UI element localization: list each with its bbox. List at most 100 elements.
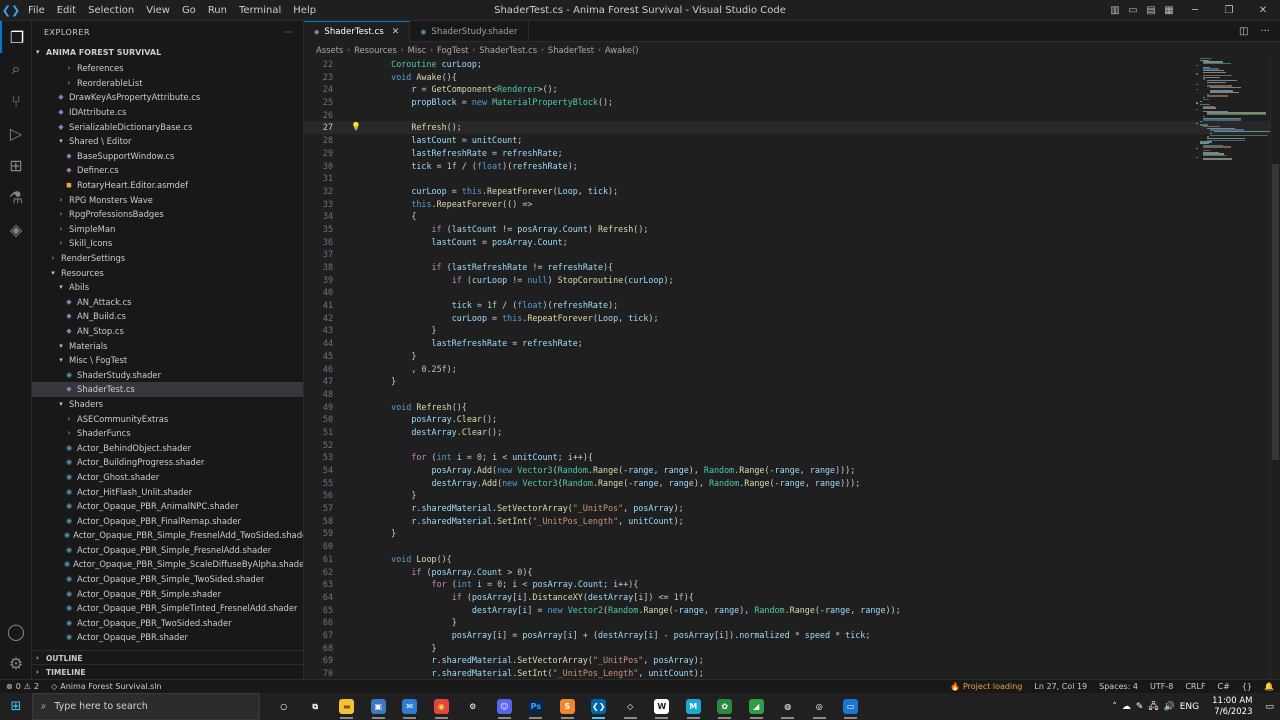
- tree-folder[interactable]: ▾ Resources: [32, 265, 303, 280]
- notifications-icon[interactable]: ▭: [1265, 702, 1274, 712]
- customize-layout-icon[interactable]: ▦: [1160, 0, 1178, 21]
- outline-section[interactable]: › OUTLINE: [32, 650, 303, 665]
- code-line[interactable]: 31: [304, 172, 1280, 185]
- close-tab-icon[interactable]: ✕: [392, 27, 400, 37]
- breadcrumb-item[interactable]: ShaderTest: [548, 45, 594, 55]
- chrome-icon[interactable]: ◉: [426, 693, 458, 720]
- code-line[interactable]: 43 }: [304, 324, 1280, 337]
- tree-file[interactable]: ◉ Actor_Opaque_PBR_Simple.shader: [32, 586, 303, 601]
- code-line[interactable]: 24 r = GetComponent<Renderer>();: [304, 83, 1280, 96]
- code-line[interactable]: 57 r.sharedMaterial.SetVectorArray("_Uni…: [304, 502, 1280, 515]
- tree-file[interactable]: ◉ Actor_Opaque_PBR_Simple_FresnelAdd_TwoS…: [32, 528, 303, 543]
- project-loading-status[interactable]: 🔥 Project loading: [944, 682, 1028, 691]
- source-control-icon[interactable]: ⑂: [0, 85, 32, 117]
- close-window-button[interactable]: ✕: [1246, 0, 1280, 21]
- language-mode[interactable]: C#: [1212, 682, 1236, 691]
- tree-file[interactable]: ◉ Actor_BehindObject.shader: [32, 440, 303, 455]
- photoshop-icon[interactable]: Ps: [520, 693, 552, 720]
- tree-folder[interactable]: ▾ Materials: [32, 338, 303, 353]
- code-line[interactable]: 26: [304, 109, 1280, 122]
- vscode-icon[interactable]: ❮❯: [583, 693, 615, 720]
- mail-icon[interactable]: ✉: [394, 693, 426, 720]
- remote-explorer-icon[interactable]: ◈: [0, 213, 32, 245]
- toggle-secondary-sidebar-icon[interactable]: ▤: [1142, 0, 1160, 21]
- tree-file[interactable]: ◉ Actor_BuildingProgress.shader: [32, 455, 303, 470]
- tree-file[interactable]: ◆ DrawKeyAsPropertyAttribute.cs: [32, 90, 303, 105]
- code-line[interactable]: 68 }: [304, 642, 1280, 655]
- code-line[interactable]: 65 destArray[i] = new Vector2(Random.Ran…: [304, 604, 1280, 617]
- tree-file[interactable]: ◉ Actor_Ghost.shader: [32, 470, 303, 485]
- tree-file[interactable]: ◉ Actor_Opaque_PBR_TwoSided.shader: [32, 616, 303, 631]
- code-line[interactable]: 37: [304, 248, 1280, 261]
- minimap[interactable]: [1196, 58, 1274, 160]
- code-line[interactable]: 23 void Awake(){: [304, 71, 1280, 84]
- code-line[interactable]: 46 , 0.25f);: [304, 363, 1280, 376]
- tree-file[interactable]: ◆ AN_Stop.cs: [32, 324, 303, 339]
- tree-file[interactable]: ◆ AN_Build.cs: [32, 309, 303, 324]
- code-line[interactable]: 25 propBlock = new MaterialPropertyBlock…: [304, 96, 1280, 109]
- tree-folder[interactable]: ▾ Shared \ Editor: [32, 134, 303, 149]
- explorer-window-icon[interactable]: ▣: [363, 693, 395, 720]
- cursor-position[interactable]: Ln 27, Col 19: [1028, 682, 1093, 691]
- webex-icon[interactable]: W: [646, 693, 678, 720]
- code-line[interactable]: 48: [304, 388, 1280, 401]
- sublime-icon[interactable]: S: [552, 693, 584, 720]
- tree-file[interactable]: ◆ BaseSupportWindow.cs: [32, 149, 303, 164]
- manage-gear-icon[interactable]: ⚙: [0, 647, 32, 679]
- tree-folder[interactable]: › ReorderableList: [32, 76, 303, 91]
- tree-file[interactable]: ◆ IDAttribute.cs: [32, 105, 303, 120]
- lightbulb-icon[interactable]: 💡: [351, 121, 361, 134]
- tree-folder[interactable]: › SimpleMan: [32, 222, 303, 237]
- code-line[interactable]: 32 curLoop = this.RepeatForever(Loop, ti…: [304, 185, 1280, 198]
- settings-icon[interactable]: ⚙: [457, 693, 489, 720]
- tab-shaderstudy-shader[interactable]: ◉ ShaderStudy.shader: [410, 21, 529, 42]
- code-line[interactable]: 60: [304, 540, 1280, 553]
- breadcrumb-item[interactable]: Resources: [354, 45, 397, 55]
- tree-file[interactable]: ◉ Actor_Opaque_PBR.shader: [32, 630, 303, 645]
- tree-folder[interactable]: › References: [32, 61, 303, 76]
- code-line[interactable]: 30 tick = 1f / (float)(refreshRate);: [304, 160, 1280, 173]
- accounts-icon[interactable]: ◯: [0, 615, 32, 647]
- project-root[interactable]: ▾ ANIMA FOREST SURVIVAL: [32, 43, 303, 61]
- code-line[interactable]: 53 for (int i = 0; i < unitCount; i++){: [304, 451, 1280, 464]
- breadcrumb-item[interactable]: Assets: [316, 45, 343, 55]
- code-line[interactable]: 56 }: [304, 489, 1280, 502]
- code-line[interactable]: 36 lastCount = posArray.Count;: [304, 236, 1280, 249]
- windows-start-icon[interactable]: ⊞: [0, 693, 32, 720]
- task-view-icon[interactable]: ⧉: [300, 693, 332, 720]
- code-line[interactable]: 38 if (lastRefreshRate != refreshRate){: [304, 261, 1280, 274]
- tree-folder[interactable]: › Skill_Icons: [32, 236, 303, 251]
- menu-selection[interactable]: Selection: [82, 0, 140, 21]
- notifications-bell-icon[interactable]: 🔔: [1258, 682, 1280, 691]
- medibang-icon[interactable]: M: [678, 693, 710, 720]
- code-line[interactable]: 59 }: [304, 527, 1280, 540]
- tree-file[interactable]: ◉ ShaderStudy.shader: [32, 367, 303, 382]
- screenshot-app-icon[interactable]: ▭: [835, 693, 867, 720]
- tree-file[interactable]: ◆ ShaderTest.cs: [32, 382, 303, 397]
- file-explorer-icon[interactable]: ▬: [331, 693, 363, 720]
- menu-file[interactable]: File: [22, 0, 51, 21]
- tree-file[interactable]: ◼ RotaryHeart.Editor.asmdef: [32, 178, 303, 193]
- code-line[interactable]: 41 tick = 1f / (float)(refreshRate);: [304, 299, 1280, 312]
- menu-help[interactable]: Help: [287, 0, 322, 21]
- breadcrumb-item[interactable]: ShaderTest.cs: [479, 45, 537, 55]
- split-editor-icon[interactable]: ◫: [1239, 26, 1248, 37]
- run-debug-icon[interactable]: ▷: [0, 117, 32, 149]
- code-line[interactable]: 22 Coroutine curLoop;: [304, 58, 1280, 71]
- code-line[interactable]: 70 r.sharedMaterial.SetInt("_UnitPos_Len…: [304, 667, 1280, 679]
- code-line[interactable]: 39 if (curLoop != null) StopCoroutine(cu…: [304, 274, 1280, 287]
- unity-icon[interactable]: ◇: [615, 693, 647, 720]
- tree-file[interactable]: ◆ SerializableDictionaryBase.cs: [32, 119, 303, 134]
- search-icon[interactable]: ⌕: [0, 53, 32, 85]
- code-line[interactable]: 27 💡 Refresh();: [304, 121, 1280, 135]
- code-line[interactable]: 63 for (int i = 0; i < posArray.Count; i…: [304, 578, 1280, 591]
- problems-indicator[interactable]: ⊗ 0 ⚠ 2: [0, 682, 45, 691]
- tree-file[interactable]: ◉ Actor_Opaque_PBR_SimpleTinted_FresnelAd…: [32, 601, 303, 616]
- scrollbar-thumb[interactable]: [1272, 164, 1279, 460]
- language-icon[interactable]: ENG: [1180, 702, 1199, 712]
- tree-folder[interactable]: ▾ Misc \ FogTest: [32, 353, 303, 368]
- code-line[interactable]: 33 this.RepeatForever(() =>: [304, 198, 1280, 211]
- code-line[interactable]: 42 curLoop = this.RepeatForever(Loop, ti…: [304, 312, 1280, 325]
- code-line[interactable]: 49 void Refresh(){: [304, 401, 1280, 414]
- clock[interactable]: 11:00 AM 7/6/2023: [1204, 696, 1260, 718]
